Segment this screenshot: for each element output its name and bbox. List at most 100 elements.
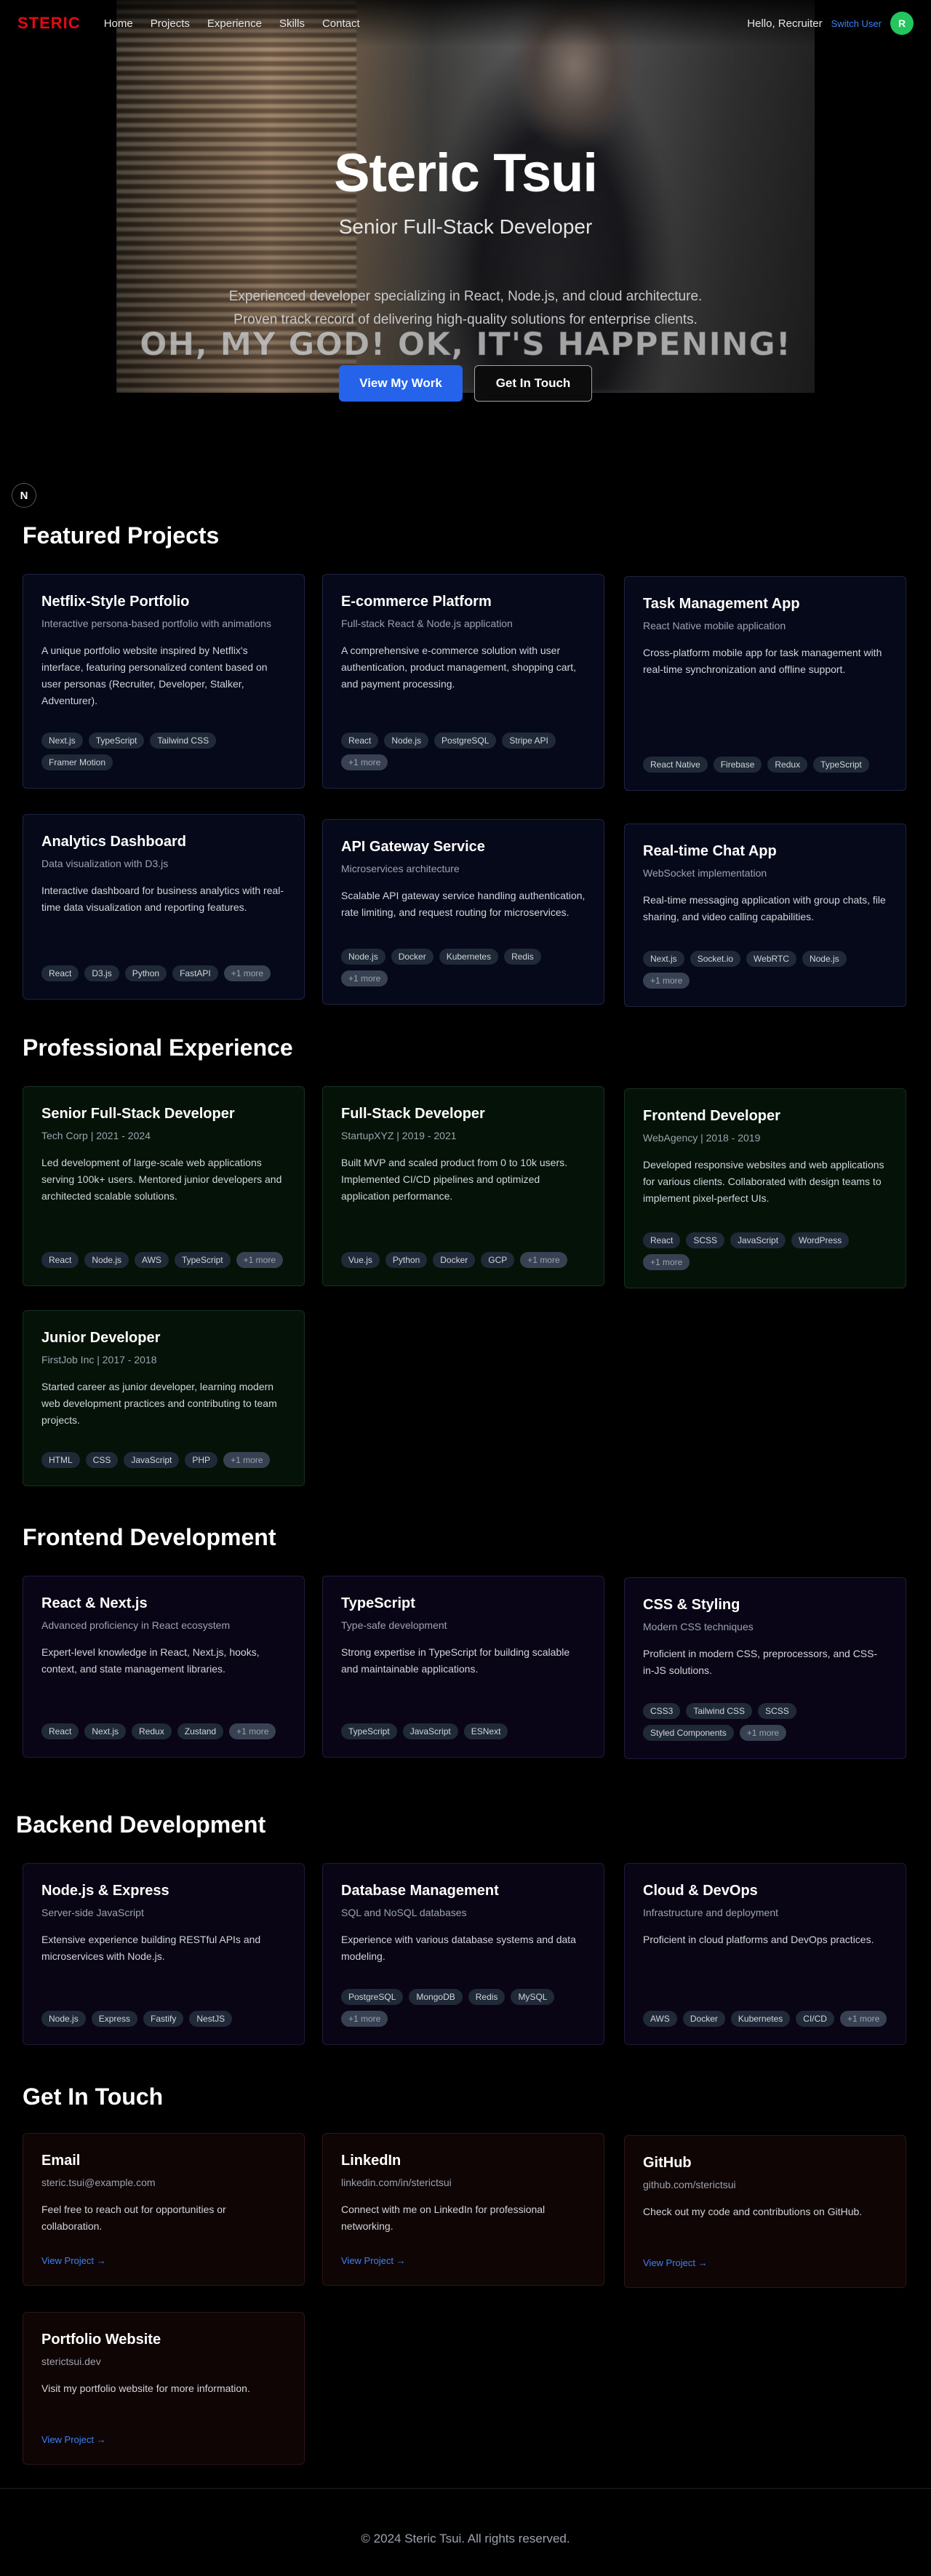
nav-link-home[interactable]: Home <box>104 17 133 30</box>
card-subtitle: StartupXYZ | 2019 - 2021 <box>341 1130 457 1141</box>
card-title: Cloud & DevOps <box>643 1883 758 1899</box>
tech-tag: Stripe API <box>502 733 556 749</box>
nav-link-projects[interactable]: Projects <box>151 17 190 30</box>
card-description: Visit my portfolio website for more info… <box>41 2382 250 2394</box>
card-subtitle: Type-safe development <box>341 1619 447 1631</box>
experience-card-full-stack-developer[interactable]: Full-Stack Developer StartupXYZ | 2019 - … <box>322 1086 604 1286</box>
tech-tag: Fastify <box>143 2011 184 2027</box>
tech-tag: PHP <box>185 1452 218 1468</box>
tech-tag: CI/CD <box>796 2011 834 2027</box>
tech-tag: Express <box>91 2011 138 2027</box>
contact-card-github[interactable]: GitHub github.com/sterictsui Check out my … <box>624 2135 906 2288</box>
tech-tag: CSS3 <box>643 1703 681 1719</box>
tech-tag: React <box>41 965 79 981</box>
tech-tag: Python <box>385 1252 428 1268</box>
projects-card-real-time-chat-app[interactable]: Real-time Chat App WebSocket implementati… <box>624 824 906 1007</box>
tech-tag: Socket.io <box>690 951 741 967</box>
nav-link-experience[interactable]: Experience <box>207 17 262 30</box>
tag-list: Next.js Socket.io WebRTC Node.js +1 more <box>643 951 887 989</box>
nav-link-contact[interactable]: Contact <box>322 17 360 30</box>
footer-divider <box>0 2488 931 2489</box>
card-description: Cross-platform mobile app for task manag… <box>643 647 882 675</box>
tech-tag: Kubernetes <box>439 949 499 965</box>
projects-card-netflix-style-portfolio[interactable]: Netflix-Style Portfolio Interactive perso… <box>23 574 305 789</box>
hero-description-line: Proven track record of delivering high-q… <box>233 312 698 327</box>
tag-list: React Node.js AWS TypeScript +1 more <box>41 1252 286 1268</box>
backend-card-cloud-devops[interactable]: Cloud & DevOps Infrastructure and deploym… <box>624 1863 906 2045</box>
card-description: Expert-level knowledge in React, Next.js… <box>41 1646 260 1675</box>
tech-tag: Redis <box>468 1989 506 2005</box>
tech-tag: React <box>41 1723 79 1739</box>
contact-card-portfolio-website[interactable]: Portfolio Website sterictsui.dev Visit my … <box>23 2312 305 2465</box>
card-title: Email <box>41 2153 81 2169</box>
experience-title: Professional Experience <box>23 1034 293 1061</box>
card-description: Developed responsive websites and web ap… <box>643 1159 884 1204</box>
tech-tag: HTML <box>41 1452 80 1468</box>
card-title: Database Management <box>341 1883 499 1899</box>
experience-card-senior-full-stack-developer[interactable]: Senior Full-Stack Developer Tech Corp | 2… <box>23 1086 305 1286</box>
frontend-card-typescript[interactable]: TypeScript Type-safe development Strong ex… <box>322 1576 604 1758</box>
card-subtitle: Data visualization with D3.js <box>41 858 169 869</box>
card-subtitle: Tech Corp | 2021 - 2024 <box>41 1130 151 1141</box>
get-in-touch-button[interactable]: Get In Touch <box>474 365 592 402</box>
card-title: Analytics Dashboard <box>41 834 186 850</box>
tag-list: HTML CSS JavaScript PHP +1 more <box>41 1452 286 1468</box>
tech-tag: Node.js <box>84 1252 129 1268</box>
backend-card-database-management[interactable]: Database Management SQL and NoSQL databas… <box>322 1863 604 2045</box>
tech-tag: PostgreSQL <box>434 733 497 749</box>
more-tags-badge: +1 more <box>341 970 388 986</box>
backend-card-node-js-express[interactable]: Node.js & Express Server-side JavaScript E… <box>23 1863 305 2045</box>
tech-tag: Node.js <box>41 2011 86 2027</box>
experience-card-junior-developer[interactable]: Junior Developer FirstJob Inc | 2017 - 20… <box>23 1310 305 1486</box>
tech-tag: React <box>643 1232 681 1248</box>
tech-tag: JavaScript <box>124 1452 180 1468</box>
hero-buttons: View My Work Get In Touch <box>0 365 931 402</box>
projects-card-api-gateway-service[interactable]: API Gateway Service Microservices archite… <box>322 819 604 1005</box>
tech-tag: TypeScript <box>813 757 869 773</box>
card-title: Netflix-Style Portfolio <box>41 594 190 610</box>
card-title: CSS & Styling <box>643 1597 740 1613</box>
logo[interactable]: STERIC <box>17 14 81 33</box>
hero-name: Steric Tsui <box>334 143 598 203</box>
view-my-work-button[interactable]: View My Work <box>339 365 463 402</box>
switch-user-link[interactable]: Switch User <box>831 18 882 29</box>
card-description: A unique portfolio website inspired by N… <box>41 645 268 706</box>
projects-card-task-management-app[interactable]: Task Management App React Native mobile a… <box>624 576 906 791</box>
more-tags-badge: +1 more <box>236 1252 283 1268</box>
tag-list: AWS Docker Kubernetes CI/CD +1 more <box>643 2011 887 2027</box>
view-project-link[interactable]: View Project → <box>341 2255 406 2266</box>
more-tags-badge: +1 more <box>520 1252 567 1268</box>
view-project-link[interactable]: View Project → <box>643 2257 708 2268</box>
tech-tag: Docker <box>682 2011 725 2027</box>
card-title: LinkedIn <box>341 2153 401 2169</box>
tech-tag: Redux <box>132 1723 172 1739</box>
nav-link-skills[interactable]: Skills <box>279 17 305 30</box>
card-subtitle: Interactive persona-based portfolio with… <box>41 618 271 629</box>
experience-card-frontend-developer[interactable]: Frontend Developer WebAgency | 2018 - 201… <box>624 1088 906 1288</box>
tech-tag: Styled Components <box>643 1725 734 1741</box>
card-subtitle: linkedin.com/in/sterictsui <box>341 2177 452 2188</box>
tech-tag: Next.js <box>643 951 684 967</box>
card-description: Interactive dashboard for business analy… <box>41 885 284 913</box>
card-title: GitHub <box>643 2155 692 2171</box>
tech-tag: Redis <box>504 949 541 965</box>
tech-tag: Node.js <box>384 733 429 749</box>
tag-list: Next.js TypeScript Tailwind CSS Framer Moti… <box>41 733 286 770</box>
avatar[interactable]: R <box>890 12 914 35</box>
frontend-title: Frontend Development <box>23 1524 276 1550</box>
card-subtitle: SQL and NoSQL databases <box>341 1907 467 1918</box>
projects-card-analytics-dashboard[interactable]: Analytics Dashboard Data visualization wi… <box>23 814 305 1000</box>
frontend-card-react-next-js[interactable]: React & Next.js Advanced proficiency in R… <box>23 1576 305 1758</box>
view-project-link[interactable]: View Project → <box>41 2255 106 2266</box>
frontend-card-css-styling[interactable]: CSS & Styling Modern CSS techniques Profic… <box>624 1577 906 1759</box>
projects-card-e-commerce-platform[interactable]: E-commerce Platform Full-stack React & No… <box>322 574 604 789</box>
tech-tag: Node.js <box>802 951 847 967</box>
greeting: Hello, Recruiter <box>747 17 823 30</box>
contact-card-email[interactable]: Email steric.tsui@example.com Feel free to… <box>23 2133 305 2286</box>
tech-tag: MongoDB <box>409 1989 463 2005</box>
tech-tag: Tailwind CSS <box>150 733 217 749</box>
view-project-link[interactable]: View Project → <box>41 2434 106 2445</box>
contact-card-linkedin[interactable]: LinkedIn linkedin.com/in/sterictsui Connec… <box>322 2133 604 2286</box>
floating-badge[interactable]: N <box>12 483 36 508</box>
card-description: Feel free to reach out for opportunities… <box>41 2204 226 2232</box>
